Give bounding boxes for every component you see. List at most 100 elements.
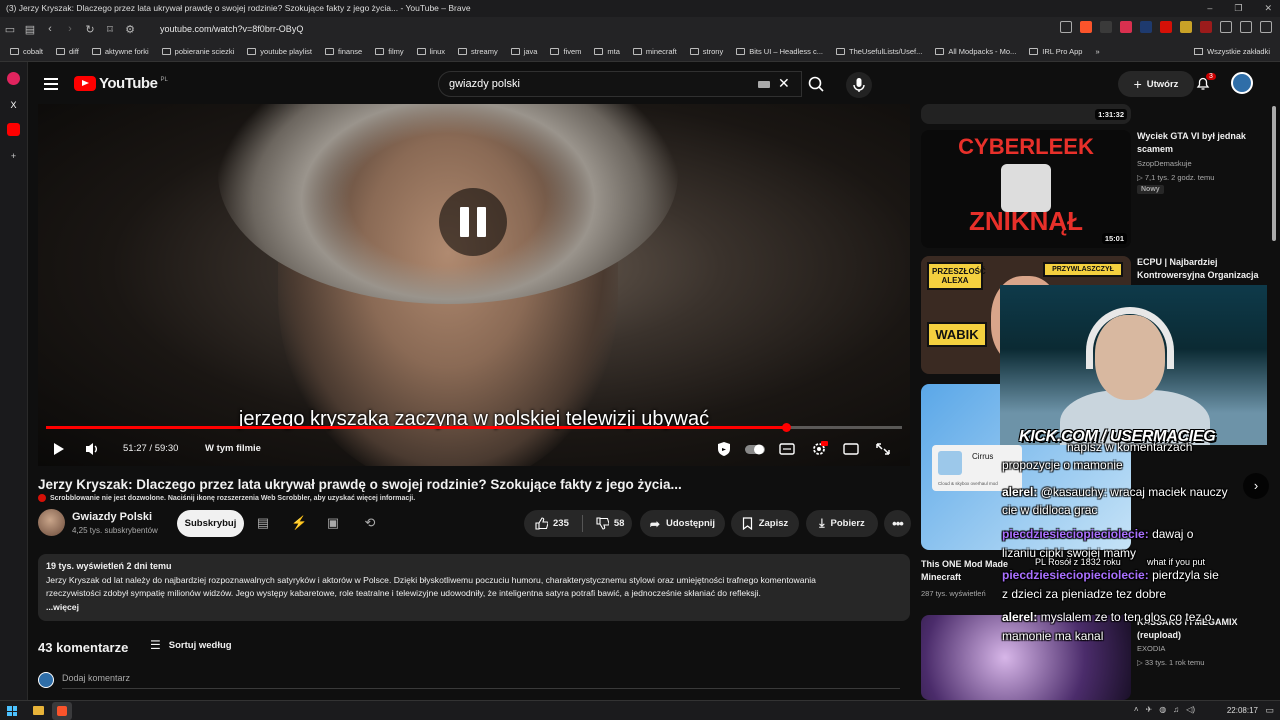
recommended-thumbnail[interactable]: 1:31:32: [921, 104, 1131, 124]
menu-icon[interactable]: [1260, 21, 1272, 33]
subtitles-icon[interactable]: [778, 438, 796, 460]
recommended-thumbnail[interactable]: CYBERLEEK ZNIKNĄŁ 15:01: [921, 130, 1131, 248]
bookmark-item[interactable]: diff: [56, 47, 79, 56]
recommended-channel[interactable]: SzopDemaskuje: [1137, 159, 1192, 168]
extension-icon[interactable]: [1180, 21, 1192, 33]
bookmark-folder[interactable]: linux: [416, 47, 445, 56]
fullscreen-icon[interactable]: [874, 438, 892, 460]
voice-search-button[interactable]: [846, 72, 872, 98]
youtube-icon[interactable]: [7, 123, 20, 136]
bookmark-folder[interactable]: java: [510, 47, 537, 56]
search-button[interactable]: [802, 71, 830, 97]
site-info-icon[interactable]: ⚙: [120, 23, 140, 36]
pause-icon[interactable]: [439, 188, 507, 256]
autoplay-toggle[interactable]: [744, 438, 766, 460]
add-comment-input[interactable]: Dodaj komentarz: [62, 673, 130, 683]
extension-icon[interactable]: [1140, 21, 1152, 33]
recommended-thumbnail[interactable]: [921, 615, 1131, 700]
bookmark-folder[interactable]: finanse: [325, 47, 362, 56]
headset-icon[interactable]: ♫: [1173, 705, 1179, 714]
settings-icon[interactable]: [810, 438, 828, 460]
channel-name[interactable]: Gwiazdy Polski: [72, 511, 152, 523]
file-explorer-icon[interactable]: [33, 706, 44, 715]
bookmark-item[interactable]: cobalt: [10, 47, 43, 56]
play-icon[interactable]: [54, 443, 64, 455]
all-bookmarks[interactable]: Wszystkie zakładki: [1194, 41, 1270, 61]
like-button[interactable]: 235: [535, 517, 569, 530]
recommended-title[interactable]: Wyciek GTA VI był jednak scamem: [1137, 130, 1262, 156]
bookmark-folder[interactable]: mta: [594, 47, 620, 56]
share-button[interactable]: ➦ Udostępnij: [640, 510, 725, 537]
cast-icon[interactable]: [1060, 21, 1072, 33]
chapter-label[interactable]: W tym filmie: [205, 438, 261, 460]
bookmark-item[interactable]: youtube playlist: [247, 47, 312, 56]
volume-icon[interactable]: ◁): [1186, 705, 1195, 714]
back-icon[interactable]: ‹: [40, 23, 60, 35]
sponsorblock-icon[interactable]: [716, 438, 732, 460]
image-icon[interactable]: ▣: [325, 515, 341, 531]
download-button[interactable]: ⤓ Pobierz: [806, 510, 878, 537]
sort-comments-button[interactable]: ☰ Sortuj według: [150, 638, 232, 652]
bookmark-item[interactable]: Bits UI – Headless c...: [736, 47, 823, 56]
bookmark-folder[interactable]: fivem: [550, 47, 581, 56]
bookmark-folder[interactable]: minecraft: [632, 47, 677, 56]
bookmark-folder[interactable]: streamy: [458, 47, 498, 56]
menu-icon[interactable]: [44, 78, 58, 93]
lightning-icon[interactable]: ⚡: [291, 515, 307, 531]
start-icon[interactable]: [7, 706, 17, 716]
extension-icon[interactable]: [1120, 21, 1132, 33]
add-panel-icon[interactable]: +: [7, 150, 20, 163]
bookmark-icon[interactable]: ⌑: [100, 23, 120, 36]
theater-mode-icon[interactable]: [842, 438, 860, 460]
extensions-puzzle-icon[interactable]: [1220, 21, 1232, 33]
dislike-button[interactable]: 58: [596, 517, 624, 530]
create-button[interactable]: + Utwórz: [1118, 71, 1194, 97]
search-input[interactable]: gwiazdy polski: [438, 71, 802, 97]
recommended-channel[interactable]: EXODIA: [1137, 644, 1165, 653]
bookmark-item[interactable]: pobieranie sciezki: [161, 47, 234, 56]
chevron-up-icon[interactable]: ˄: [1134, 705, 1139, 714]
extension-icon[interactable]: [1160, 21, 1172, 33]
extension-icon[interactable]: [1200, 21, 1212, 33]
tabs-icon[interactable]: ▤: [20, 23, 40, 36]
maximize-icon[interactable]: ❐: [1234, 0, 1242, 17]
next-arrow-icon[interactable]: ›: [1243, 473, 1269, 499]
more-actions-button[interactable]: •••: [884, 510, 911, 537]
close-icon[interactable]: ✕: [1264, 0, 1272, 17]
taskbar-app[interactable]: [52, 702, 72, 720]
forward-icon[interactable]: ›: [60, 23, 80, 35]
bookmark-item[interactable]: TheUsefulLists/Usef...: [835, 47, 922, 56]
account-avatar[interactable]: [1231, 72, 1253, 94]
rewards-icon[interactable]: [1100, 21, 1112, 33]
wallet-icon[interactable]: [1240, 21, 1252, 33]
youtube-logo[interactable]: YouTube PL: [74, 75, 168, 92]
clear-search-icon[interactable]: ✕: [778, 75, 790, 92]
keyboard-icon[interactable]: [758, 81, 770, 88]
news-icon[interactable]: [7, 72, 20, 85]
description-box[interactable]: 19 tys. wyświetleń 2 dni temu Jerzy Krys…: [38, 554, 910, 621]
scrollbar-thumb[interactable]: [1272, 106, 1276, 241]
sidebar-toggle-icon[interactable]: ▭: [0, 23, 20, 36]
volume-icon[interactable]: [84, 438, 100, 460]
subscribe-button[interactable]: Subskrybuj: [177, 510, 244, 537]
bookmark-folder[interactable]: strony: [689, 47, 723, 56]
loop-icon[interactable]: ⟲: [362, 515, 378, 531]
save-button[interactable]: Zapisz: [731, 510, 799, 537]
bookmark-folder[interactable]: filmy: [375, 47, 404, 56]
channel-avatar[interactable]: [38, 509, 65, 536]
recommended-title[interactable]: ECPU | Najbardziej Kontrowersyjna Organi…: [1137, 256, 1262, 282]
bookmark-item[interactable]: All Modpacks - Mo...: [935, 47, 1016, 56]
bookmark-item[interactable]: aktywne forki: [91, 47, 149, 56]
transcript-icon[interactable]: ▤: [255, 515, 271, 531]
address-bar[interactable]: youtube.com/watch?v=8f0brr-OByQ: [160, 24, 303, 34]
notification-center-icon[interactable]: ▭: [1265, 705, 1274, 716]
bookmark-item[interactable]: IRL Pro App: [1029, 47, 1082, 56]
progress-bar[interactable]: [46, 423, 902, 432]
x-icon[interactable]: X: [7, 99, 20, 112]
tray-icon[interactable]: ◍: [1159, 705, 1166, 714]
video-player[interactable]: jerzego kryszaka zaczyna w polskiej tele…: [38, 104, 910, 466]
brave-shields-icon[interactable]: [1080, 21, 1092, 33]
reload-icon[interactable]: ↻: [80, 23, 100, 36]
bookmarks-overflow-button[interactable]: »: [1095, 47, 1099, 56]
minimize-icon[interactable]: –: [1207, 0, 1212, 17]
